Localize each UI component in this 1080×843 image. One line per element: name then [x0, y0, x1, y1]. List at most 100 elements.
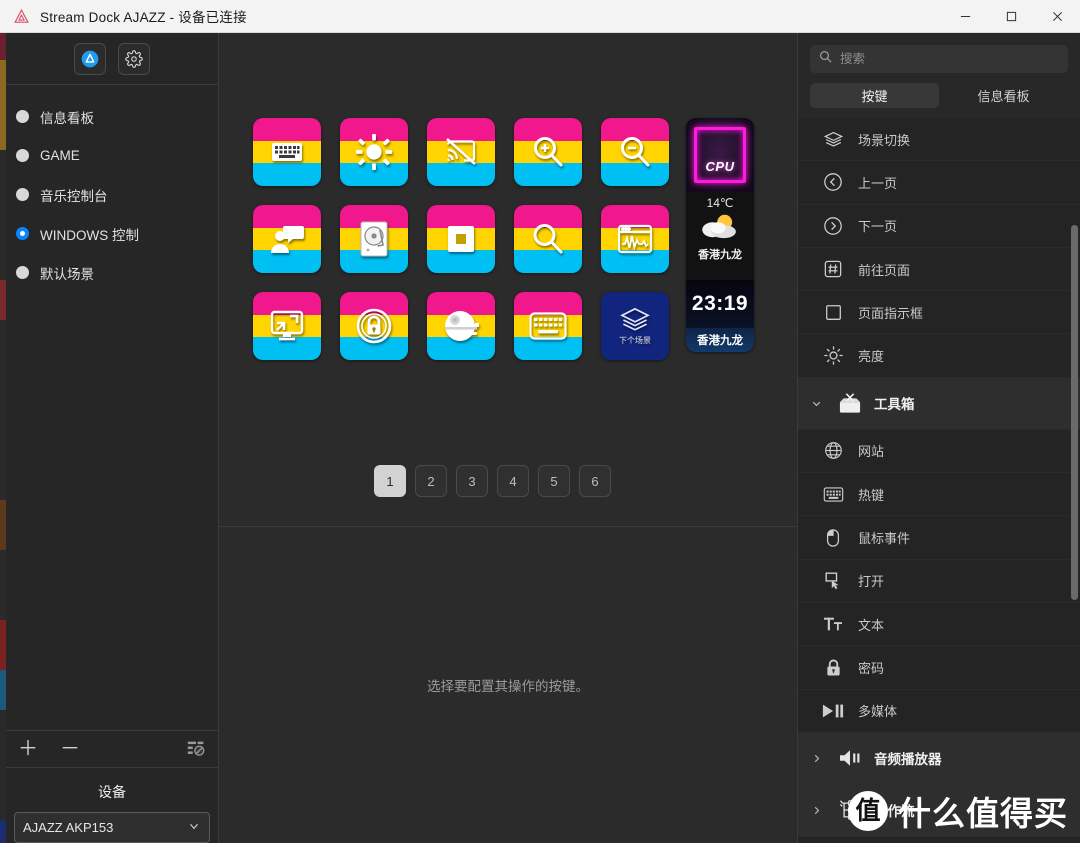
- zoom-in-icon: [514, 118, 582, 186]
- search-box[interactable]: [810, 45, 1068, 73]
- section-label: 音频播放器: [874, 752, 942, 768]
- action-label: 鼠标事件: [858, 531, 911, 547]
- clock-widget: 23:19: [686, 280, 754, 328]
- page-button-3[interactable]: 3: [456, 465, 488, 497]
- profile-button[interactable]: [74, 42, 106, 75]
- info-display-strip[interactable]: CPU 14℃ 香港九龙 23:19 香港九龙: [686, 118, 754, 352]
- sidebar-item-scene-1[interactable]: GAME: [6, 136, 218, 175]
- weather-widget: 14℃ 香港九龙: [686, 192, 754, 280]
- add-scene-button[interactable]: ＋: [18, 739, 38, 759]
- action-item-next-page[interactable]: 下一页: [798, 205, 1080, 248]
- config-area: 选择要配置其操作的按键。: [219, 527, 797, 842]
- key-button-zoom-out[interactable]: [601, 118, 669, 186]
- cpu-widget: CPU: [686, 118, 754, 192]
- actions-panel: 按键 信息看板 场景切换 上一页 下一页: [797, 33, 1080, 843]
- weather-city: 香港九龙: [698, 249, 742, 261]
- scene-radio[interactable]: [16, 149, 29, 162]
- action-label: 下一页: [858, 219, 898, 235]
- action-section-audio-player[interactable]: 音频播放器: [798, 732, 1080, 785]
- action-item-open[interactable]: 打开: [798, 560, 1080, 603]
- key-button-next-scene[interactable]: 下个场景: [601, 292, 669, 360]
- scene-radio[interactable]: [16, 266, 29, 279]
- config-empty-hint: 选择要配置其操作的按键。: [427, 678, 589, 694]
- scene-radio[interactable]: [16, 110, 29, 123]
- key-button-onscreen-keyboard[interactable]: [514, 292, 582, 360]
- chevron-right-circle-icon: [822, 216, 844, 236]
- action-item-prev-page[interactable]: 上一页: [798, 161, 1080, 205]
- action-item-brightness[interactable]: 亮度: [798, 334, 1080, 378]
- action-item-password[interactable]: 密码: [798, 646, 1080, 690]
- clock-time: 23:19: [691, 292, 749, 315]
- device-select-value: AJAZZ AKP153: [23, 820, 114, 835]
- device-title: 设备: [98, 784, 126, 800]
- scene-radio-selected[interactable]: [16, 227, 29, 240]
- key-caption: 下个场景: [619, 335, 651, 345]
- user-chat-icon: [253, 205, 321, 273]
- hash-box-icon: [822, 260, 844, 278]
- action-section-toolbox[interactable]: 工具箱: [798, 377, 1080, 430]
- tab-info-board[interactable]: 信息看板: [939, 83, 1068, 108]
- action-label: 多媒体: [858, 704, 898, 720]
- page-button-5[interactable]: 5: [538, 465, 570, 497]
- remove-scene-button[interactable]: －: [60, 739, 80, 759]
- action-item-scene-switch[interactable]: 场景切换: [798, 118, 1080, 162]
- section-label: 操作流: [874, 804, 915, 820]
- chevron-down-icon: [806, 397, 826, 410]
- sidebar-item-scene-2[interactable]: 音乐控制台: [6, 175, 218, 214]
- key-button-hard-disk[interactable]: [340, 205, 408, 273]
- action-label: 上一页: [858, 175, 898, 191]
- window-controls: [942, 0, 1080, 33]
- key-button-search[interactable]: [514, 205, 582, 273]
- key-button-keyboard[interactable]: [253, 118, 321, 186]
- search-input[interactable]: [840, 52, 1059, 66]
- settings-button[interactable]: [118, 42, 150, 75]
- actions-panel-header: 按键 信息看板: [798, 33, 1080, 118]
- title-bar: Stream Dock AJAZZ - 设备已连接: [0, 0, 1080, 33]
- scene-label: WINDOWS 控制: [40, 227, 139, 243]
- actions-list[interactable]: 场景切换 上一页 下一页 前往页面 页面指示框 亮度 工具箱 网站 热键 鼠标事…: [798, 118, 1080, 843]
- page-button-2[interactable]: 2: [415, 465, 447, 497]
- chevron-left-circle-icon: [822, 172, 844, 192]
- sidebar-item-scene-0[interactable]: 信息看板: [6, 97, 218, 136]
- monitor-wave-icon: [601, 205, 669, 273]
- action-item-website[interactable]: 网站: [798, 430, 1080, 474]
- action-item-multimedia[interactable]: 多媒体: [798, 690, 1080, 733]
- action-item-mouse-event[interactable]: 鼠标事件: [798, 516, 1080, 560]
- sidebar-item-scene-4[interactable]: 默认场景: [6, 253, 218, 292]
- page-button-4[interactable]: 4: [497, 465, 529, 497]
- minimize-button[interactable]: [942, 0, 988, 33]
- action-label: 热键: [858, 487, 885, 503]
- scene-radio[interactable]: [16, 188, 29, 201]
- maximize-button[interactable]: [988, 0, 1034, 33]
- action-item-page-indicator[interactable]: 页面指示框: [798, 291, 1080, 335]
- key-button-stop[interactable]: [427, 205, 495, 273]
- actions-scrollbar[interactable]: [1071, 225, 1078, 600]
- tab-keys[interactable]: 按键: [810, 83, 939, 108]
- device-select[interactable]: AJAZZ AKP153: [14, 812, 210, 843]
- page-button-1[interactable]: 1: [374, 465, 406, 497]
- sidebar-item-scene-3[interactable]: WINDOWS 控制: [6, 214, 218, 253]
- play-pause-icon: [822, 703, 844, 719]
- action-item-text[interactable]: 文本: [798, 603, 1080, 647]
- key-button-death-star[interactable]: [427, 292, 495, 360]
- keyboard-icon: [822, 486, 844, 503]
- page-button-6[interactable]: 6: [579, 465, 611, 497]
- cpu-label: CPU: [705, 158, 735, 174]
- list-edit-icon[interactable]: [186, 740, 206, 758]
- key-button-cast-off[interactable]: [427, 118, 495, 186]
- chevron-right-icon: [806, 804, 826, 817]
- key-button-display-resize[interactable]: [253, 292, 321, 360]
- close-button[interactable]: [1034, 0, 1080, 33]
- open-cursor-icon: [822, 571, 844, 590]
- key-button-zoom-in[interactable]: [514, 118, 582, 186]
- key-button-monitor-wave[interactable]: [601, 205, 669, 273]
- action-label: 打开: [858, 574, 885, 590]
- key-button-lock[interactable]: [340, 292, 408, 360]
- action-item-goto-page[interactable]: 前往页面: [798, 248, 1080, 292]
- key-button-user-chat[interactable]: [253, 205, 321, 273]
- action-label: 网站: [858, 444, 885, 460]
- key-button-brightness[interactable]: [340, 118, 408, 186]
- action-item-hotkey[interactable]: 热键: [798, 473, 1080, 517]
- action-section-action-flow[interactable]: 操作流: [798, 784, 1080, 837]
